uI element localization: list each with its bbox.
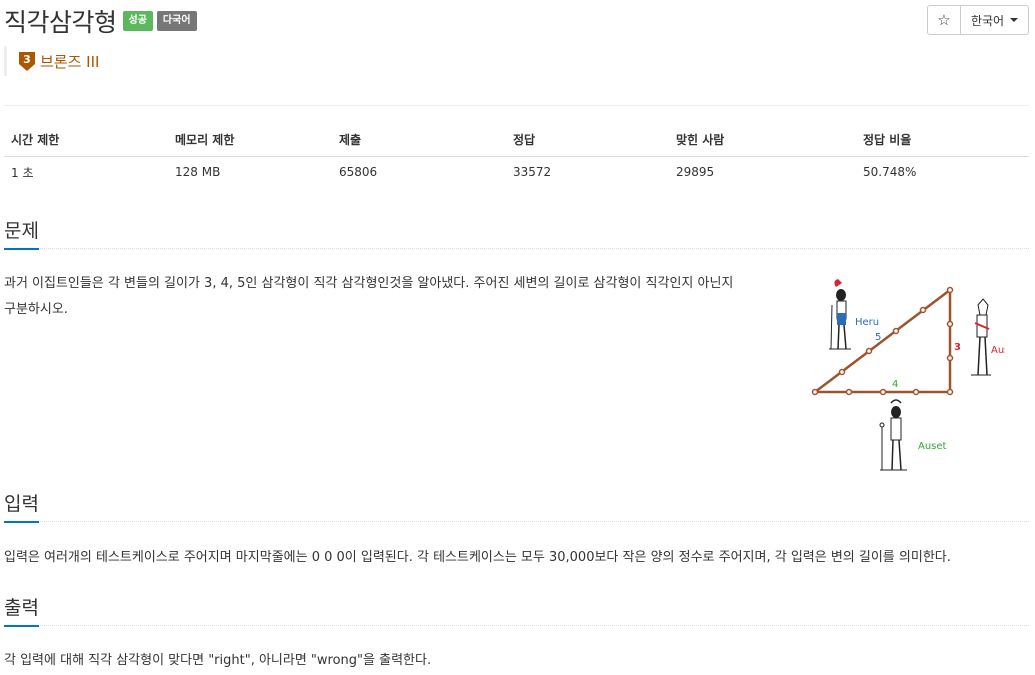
header-accept-ratio: 정답 비율 (856, 124, 1029, 157)
heru-label: Heru (855, 317, 879, 328)
header-solved-users: 맞힌 사람 (669, 124, 856, 157)
header-time-limit: 시간 제한 (4, 124, 168, 157)
problem-text-line: 구분하시오. (4, 302, 68, 317)
tier-link[interactable]: 3 브론즈 III (4, 46, 99, 76)
problem-description: 과거 이집트인들은 각 변들의 길이가 3, 4, 5인 삼각형이 직각 삼각형… (4, 271, 804, 323)
table-header-row: 시간 제한 메모리 제한 제출 정답 맞힌 사람 정답 비율 (4, 124, 1029, 157)
page-title: 직각삼각형 (4, 8, 117, 37)
cell-time-limit: 1 초 (11, 165, 34, 180)
cell-memory-limit: 128 MB (175, 165, 221, 180)
cell-accepted[interactable]: 33572 (506, 156, 669, 188)
ausar-label: Ausar (991, 345, 1005, 356)
problem-heading-accent (4, 248, 39, 250)
output-description: 각 입력에 대해 직각 삼각형이 맞다면 "right", 아니라면 "wron… (4, 653, 432, 668)
output-heading: 출력 (4, 597, 39, 619)
heru-figure (829, 279, 851, 350)
input-heading: 입력 (4, 493, 39, 515)
svg-text:3: 3 (23, 53, 31, 66)
language-label: 한국어 (970, 13, 1005, 28)
header-memory-limit: 메모리 제한 (168, 124, 332, 157)
tier-badge-icon: 3 (19, 51, 35, 71)
input-description: 입력은 여러개의 테스트케이스로 주어지며 마지막줄에는 0 0 0이 입력된다… (4, 550, 951, 565)
problem-header: 직각삼각형 성공 다국어 (4, 4, 197, 38)
cell-accept-ratio: 50.748% (863, 165, 917, 180)
caret-down-icon (1010, 18, 1019, 22)
problem-info-table: 시간 제한 메모리 제한 제출 정답 맞힌 사람 정답 비율 1 초 128 M… (4, 124, 1029, 188)
egyptian-triangle-figure: Heru 5 3 Ausar 4 Auset (805, 275, 1021, 475)
language-dropdown[interactable]: 한국어 (961, 5, 1029, 35)
input-heading-accent (4, 521, 39, 523)
top-controls: ☆ 한국어 (927, 5, 1029, 35)
auset-figure (879, 399, 907, 471)
header-accepted: 정답 (506, 124, 669, 157)
auset-label: Auset (918, 441, 947, 452)
problem-heading-rule (4, 248, 1029, 249)
multilang-badge: 다국어 (156, 11, 197, 31)
star-icon: ☆ (937, 11, 951, 29)
table-row: 1 초 128 MB 65806 33572 29895 50.748% (4, 156, 1029, 188)
input-heading-rule (4, 521, 1029, 522)
cell-submissions[interactable]: 65806 (332, 156, 506, 188)
side-5-label: 5 (875, 332, 881, 343)
ausar-figure (971, 298, 991, 376)
star-button[interactable]: ☆ (927, 5, 961, 35)
header-divider (4, 105, 1029, 106)
side-3-label: 3 (954, 342, 961, 353)
problem-text-line: 과거 이집트인들은 각 변들의 길이가 3, 4, 5인 삼각형이 직각 삼각형… (4, 276, 734, 291)
tier-label: 브론즈 III (40, 52, 100, 71)
output-heading-rule (4, 625, 1029, 626)
side-4-label: 4 (892, 379, 898, 390)
success-badge: 성공 (122, 11, 153, 31)
triangle-illustration: Heru 5 3 Ausar 4 Auset (811, 279, 1021, 471)
output-heading-accent (4, 625, 39, 627)
header-submissions: 제출 (332, 124, 506, 157)
rope-triangle (811, 286, 954, 396)
problem-heading: 문제 (4, 220, 39, 242)
cell-solved-users[interactable]: 29895 (669, 156, 856, 188)
